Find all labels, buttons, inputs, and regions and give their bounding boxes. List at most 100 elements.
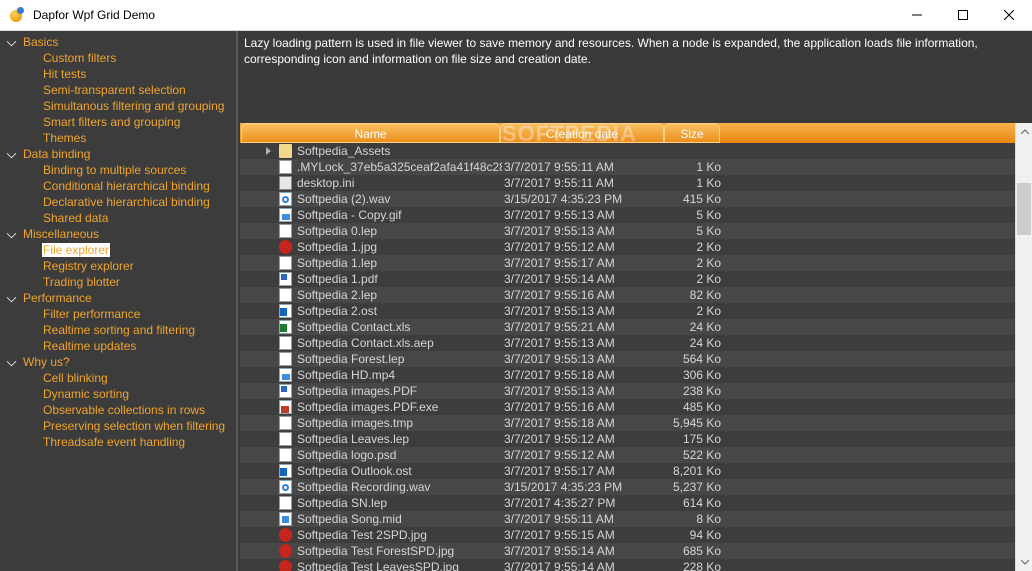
tree-item[interactable]: Cell blinking — [0, 370, 236, 386]
jpg-file-icon — [279, 528, 292, 542]
document-icon — [279, 160, 292, 174]
document-icon — [279, 416, 292, 430]
creation-date-cell: 3/7/2017 9:55:15 AM — [504, 528, 615, 542]
size-cell: 175 Ko — [682, 432, 721, 446]
minimize-button[interactable] — [894, 0, 940, 31]
table-row[interactable]: .MYLock_37eb5a325ceaf2afa41f48c282 3/7/20… — [240, 159, 1015, 175]
tree-item[interactable]: Realtime updates — [0, 338, 236, 354]
table-row[interactable]: Softpedia 2.ost 3/7/2017 9:55:13 AM 2 Ko — [240, 303, 1015, 319]
tree-item[interactable]: Binding to multiple sources — [0, 162, 236, 178]
tree-item-label: Semi-transparent selection — [43, 83, 186, 97]
table-row[interactable]: Softpedia logo.psd 3/7/2017 9:55:12 AM 522… — [240, 447, 1015, 463]
tree-category[interactable]: Miscellaneous — [0, 226, 236, 242]
tree-item[interactable]: Semi-transparent selection — [0, 82, 236, 98]
table-row[interactable]: Softpedia Recording.wav 3/15/2017 4:35:23… — [240, 479, 1015, 495]
tree-item[interactable]: Shared data — [0, 210, 236, 226]
table-row[interactable]: Softpedia Forest.lep 3/7/2017 9:55:13 AM 5… — [240, 351, 1015, 367]
table-row[interactable]: Softpedia Outlook.ost 3/7/2017 9:55:17 AM… — [240, 463, 1015, 479]
window-controls — [894, 0, 1032, 31]
creation-date-cell: 3/7/2017 9:55:17 AM — [504, 256, 615, 270]
expand-arrow-icon[interactable] — [266, 147, 271, 155]
tree-item[interactable]: Dynamic sorting — [0, 386, 236, 402]
tree-item[interactable]: Trading blotter — [0, 274, 236, 290]
file-name-cell: Softpedia images.PDF.exe — [297, 400, 439, 414]
demo-navigation-tree: Basics Custom filters Hit tests Semi-transp… — [0, 31, 238, 571]
file-name-cell: Softpedia Recording.wav — [297, 480, 431, 494]
table-row[interactable]: Softpedia Test LeavesSPD.jpg 3/7/2017 9:5… — [240, 559, 1015, 571]
column-header-creation-date[interactable]: Creation date — [500, 123, 664, 143]
column-header-name[interactable]: Name — [241, 123, 500, 143]
table-row[interactable]: desktop.ini 3/7/2017 9:55:11 AM 1 Ko — [240, 175, 1015, 191]
table-row[interactable]: Softpedia - Copy.gif 3/7/2017 9:55:13 AM 5… — [240, 207, 1015, 223]
tree-category[interactable]: Basics — [0, 34, 236, 50]
tree-group: Why us? Cell blinking Dynamic sorting Obser… — [0, 354, 236, 450]
title-bar: Dapfor Wpf Grid Demo — [0, 0, 1032, 31]
table-row[interactable]: Softpedia SN.lep 3/7/2017 4:35:27 PM 614 K… — [240, 495, 1015, 511]
tree-item[interactable]: Themes — [0, 130, 236, 146]
tree-item[interactable]: Realtime sorting and filtering — [0, 322, 236, 338]
midi-file-icon — [279, 512, 292, 526]
expand-arrow-icon[interactable] — [6, 36, 17, 47]
scroll-down-button[interactable] — [1016, 554, 1032, 571]
expand-arrow-icon[interactable] — [6, 356, 17, 367]
tree-item[interactable]: Filter performance — [0, 306, 236, 322]
table-row[interactable]: Softpedia Test 2SPD.jpg 3/7/2017 9:55:15 … — [240, 527, 1015, 543]
size-cell: 306 Ko — [682, 368, 721, 382]
table-row[interactable]: Softpedia Song.mid 3/7/2017 9:55:11 AM 8 K… — [240, 511, 1015, 527]
column-header-size[interactable]: Size — [664, 123, 720, 143]
size-cell: 24 Ko — [689, 336, 721, 350]
tree-item[interactable]: Threadsafe event handling — [0, 434, 236, 450]
table-row[interactable]: Softpedia 1.pdf 3/7/2017 9:55:14 AM 2 Ko — [240, 271, 1015, 287]
table-row[interactable]: Softpedia images.PDF.exe 3/7/2017 9:55:16… — [240, 399, 1015, 415]
table-row[interactable]: Softpedia 1.lep 3/7/2017 9:55:17 AM 2 Ko — [240, 255, 1015, 271]
vertical-scrollbar[interactable] — [1015, 123, 1032, 571]
tree-item[interactable]: Conditional hierarchical binding — [0, 178, 236, 194]
grid-rows: Softpedia_Assets .MYLock_37eb5a325ceaf2af… — [240, 143, 1015, 571]
table-row[interactable]: Softpedia Leaves.lep 3/7/2017 9:55:12 AM 1… — [240, 431, 1015, 447]
tree-item[interactable]: Preserving selection when filtering — [0, 418, 236, 434]
file-name-cell: Softpedia 1.pdf — [297, 272, 378, 286]
scroll-up-button[interactable] — [1016, 123, 1032, 140]
table-row[interactable]: Softpedia 1.jpg 3/7/2017 9:55:12 AM 2 Ko — [240, 239, 1015, 255]
expand-arrow-icon[interactable] — [6, 228, 17, 239]
tree-item-label: Filter performance — [43, 307, 141, 321]
size-cell: 2 Ko — [696, 304, 721, 318]
tree-item-label: Trading blotter — [43, 275, 120, 289]
table-row[interactable]: Softpedia 2.lep 3/7/2017 9:55:16 AM 82 Ko — [240, 287, 1015, 303]
close-button[interactable] — [986, 0, 1032, 31]
creation-date-cell: 3/7/2017 9:55:13 AM — [504, 352, 615, 366]
size-cell: 5 Ko — [696, 208, 721, 222]
maximize-button[interactable] — [940, 0, 986, 31]
table-row[interactable]: Softpedia images.tmp 3/7/2017 9:55:18 AM 5… — [240, 415, 1015, 431]
tree-category[interactable]: Why us? — [0, 354, 236, 370]
table-row[interactable]: Softpedia HD.mp4 3/7/2017 9:55:18 AM 306 K… — [240, 367, 1015, 383]
folder-icon — [279, 144, 292, 158]
tree-item[interactable]: Custom filters — [0, 50, 236, 66]
table-row[interactable]: Softpedia images.PDF 3/7/2017 9:55:13 AM 2… — [240, 383, 1015, 399]
table-row[interactable]: Softpedia 0.lep 3/7/2017 9:55:13 AM 5 Ko — [240, 223, 1015, 239]
table-row[interactable]: Softpedia Test ForestSPD.jpg 3/7/2017 9:5… — [240, 543, 1015, 559]
creation-date-cell: 3/7/2017 9:55:21 AM — [504, 320, 615, 334]
tree-item[interactable]: File explorer — [0, 242, 236, 258]
table-row[interactable]: Softpedia_Assets — [240, 143, 1015, 159]
tree-category[interactable]: Data binding — [0, 146, 236, 162]
tree-item[interactable]: Declarative hierarchical binding — [0, 194, 236, 210]
tree-item[interactable]: Observable collections in rows — [0, 402, 236, 418]
creation-date-cell: 3/7/2017 9:55:11 AM — [504, 176, 614, 190]
tree-item-label: Themes — [43, 131, 87, 145]
table-row[interactable]: Softpedia Contact.xls 3/7/2017 9:55:21 AM… — [240, 319, 1015, 335]
scrollbar-thumb[interactable] — [1017, 183, 1031, 235]
table-row[interactable]: Softpedia (2).wav 3/15/2017 4:35:23 PM 415… — [240, 191, 1015, 207]
table-row[interactable]: Softpedia Contact.xls.aep 3/7/2017 9:55:1… — [240, 335, 1015, 351]
expand-arrow-icon[interactable] — [6, 292, 17, 303]
tree-item-label: Realtime updates — [43, 339, 137, 353]
file-name-cell: Softpedia Forest.lep — [297, 352, 405, 366]
tree-item[interactable]: Registry explorer — [0, 258, 236, 274]
expand-arrow-icon[interactable] — [6, 148, 17, 159]
tree-item[interactable]: Hit tests — [0, 66, 236, 82]
tree-category[interactable]: Performance — [0, 290, 236, 306]
tree-category-label: Why us? — [23, 355, 70, 369]
tree-item[interactable]: Smart filters and grouping — [0, 114, 236, 130]
tree-category-label: Miscellaneous — [23, 227, 100, 241]
tree-item[interactable]: Simultanous filtering and grouping — [0, 98, 236, 114]
